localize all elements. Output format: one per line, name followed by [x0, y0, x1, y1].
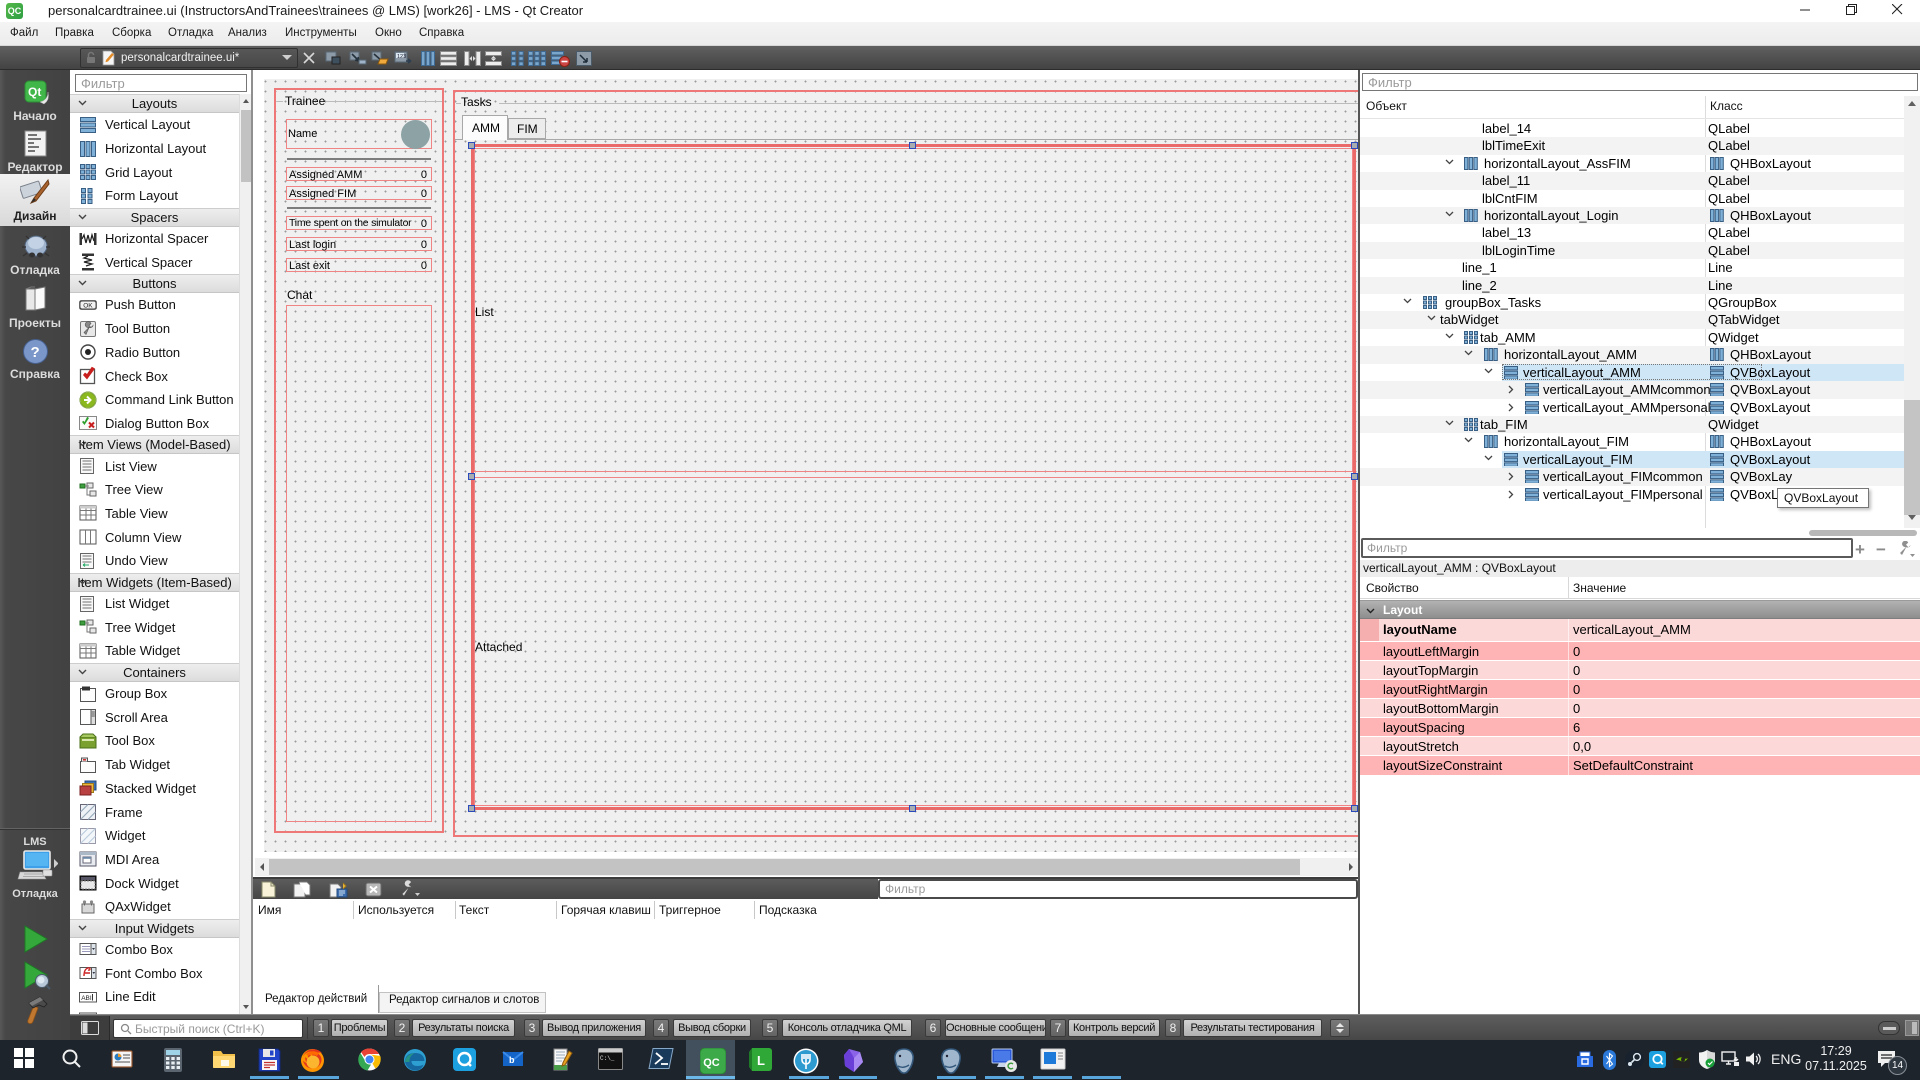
svg-text:123: 123 [397, 54, 406, 60]
svg-text:QC: QC [703, 1057, 720, 1069]
svg-text:ABI: ABI [81, 995, 92, 1002]
svg-text:Qt: Qt [28, 85, 41, 99]
svg-text:b: b [509, 1055, 515, 1065]
svg-text:L: L [757, 1053, 765, 1068]
svg-text:?: ? [31, 344, 40, 361]
svg-text:C:\_: C:\_ [600, 1055, 615, 1062]
svg-text:OK: OK [83, 303, 93, 310]
